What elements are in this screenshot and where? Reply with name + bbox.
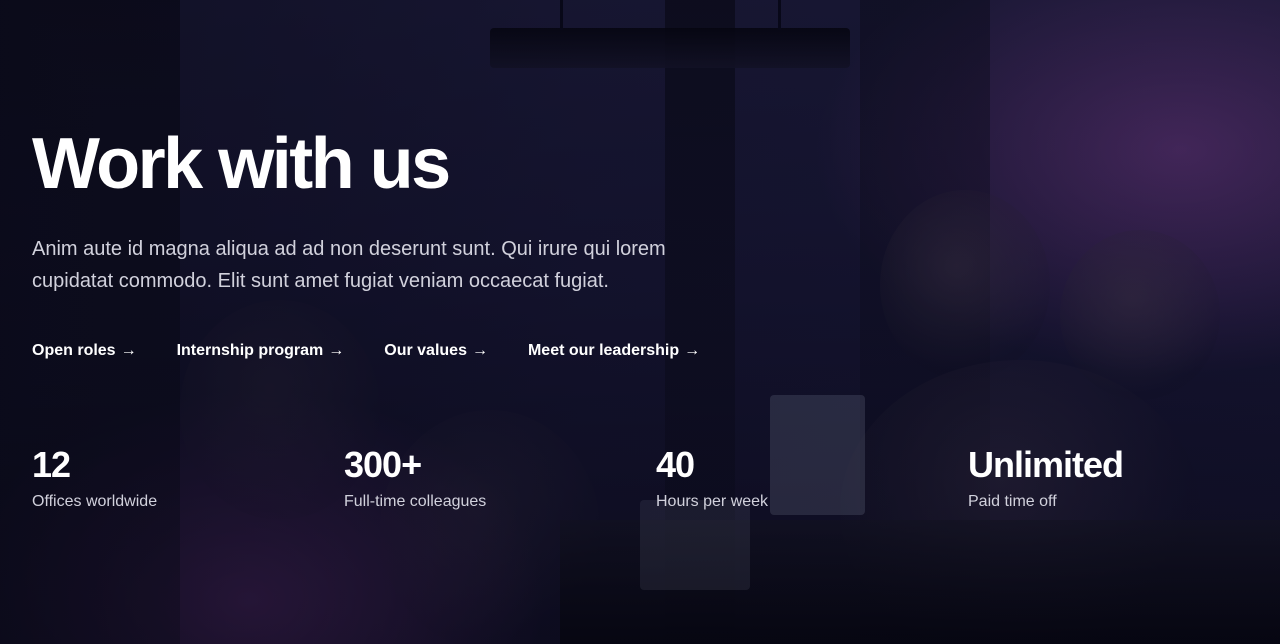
hero-links: Open roles → Internship program → Our va… bbox=[32, 339, 700, 363]
stat-value: 300+ bbox=[344, 444, 422, 485]
stat-label: Paid time off bbox=[968, 493, 1057, 510]
background-image bbox=[0, 0, 1280, 644]
arrow-right-icon: → bbox=[684, 342, 701, 359]
stat-label: Offices worldwide bbox=[32, 493, 158, 510]
background-pillar bbox=[860, 0, 990, 644]
open-roles-link[interactable]: Open roles → bbox=[32, 339, 137, 363]
internship-program-link[interactable]: Internship program → bbox=[177, 339, 345, 363]
stat-value: 40 bbox=[656, 444, 695, 485]
lamp-stem bbox=[778, 0, 781, 30]
background-shadow bbox=[0, 0, 180, 644]
stat-time-off: Unlimited Paid time off bbox=[968, 444, 1248, 514]
arrow-right-icon: → bbox=[120, 342, 137, 359]
arrow-right-icon: → bbox=[471, 342, 488, 359]
link-label: Meet our leadership bbox=[527, 342, 680, 359]
person-silhouette bbox=[1060, 230, 1220, 400]
arrow-right-icon: → bbox=[328, 342, 345, 359]
stat-label: Hours per week bbox=[656, 493, 769, 510]
stat-label: Full-time colleagues bbox=[344, 493, 487, 510]
link-label: Internship program bbox=[176, 342, 324, 359]
hero-description: Anim aute id magna aliqua ad ad non dese… bbox=[32, 238, 666, 292]
stats-grid: 12 Offices worldwide 300+ Full-time coll… bbox=[32, 444, 1248, 514]
stat-value: Unlimited bbox=[968, 444, 1124, 485]
stat-offices: 12 Offices worldwide bbox=[32, 444, 344, 514]
stat-colleagues: 300+ Full-time colleagues bbox=[344, 444, 656, 514]
background-pillar bbox=[665, 0, 735, 644]
ceiling-lamp bbox=[490, 28, 850, 68]
lamp-stem bbox=[560, 0, 563, 30]
overlay-gradient bbox=[0, 0, 1280, 644]
stat-hours: 40 Hours per week bbox=[656, 444, 968, 514]
link-label: Our values bbox=[384, 342, 467, 359]
stat-value: 12 bbox=[32, 444, 71, 485]
person-silhouette bbox=[880, 190, 1050, 380]
desk bbox=[560, 520, 1280, 644]
link-label: Open roles bbox=[32, 342, 116, 359]
our-values-link[interactable]: Our values → bbox=[384, 339, 488, 363]
hero-section: Work with us Anim aute id magna aliqua a… bbox=[0, 0, 1280, 644]
page-title: Work with us bbox=[32, 124, 451, 204]
meet-our-leadership-link[interactable]: Meet our leadership → bbox=[528, 339, 700, 363]
